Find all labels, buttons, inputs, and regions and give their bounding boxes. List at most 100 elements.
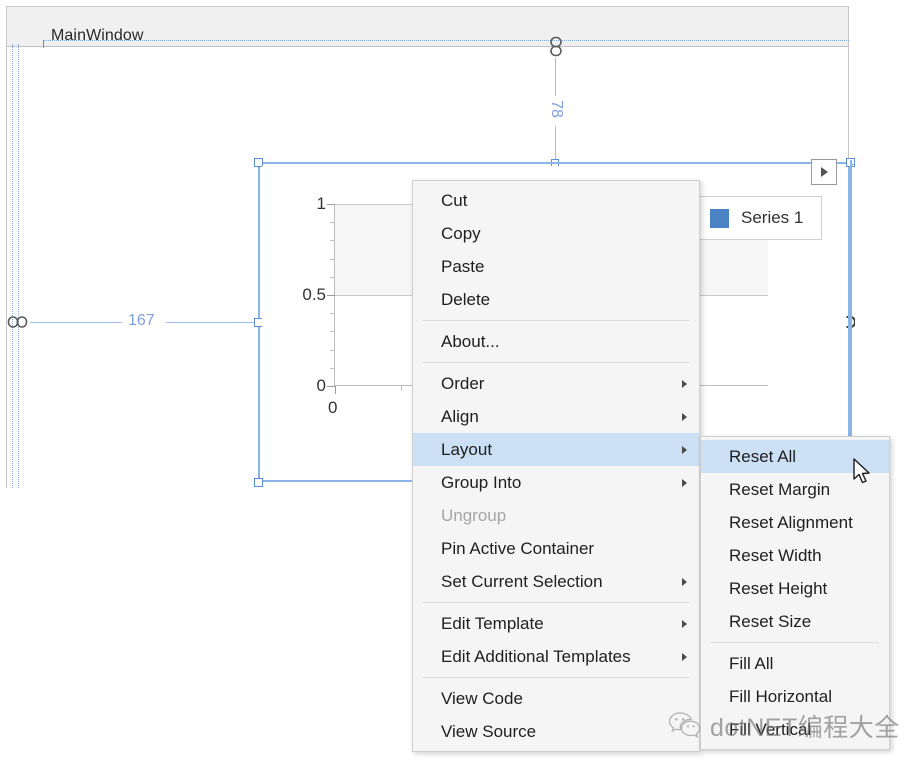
menu-item-label: Paste — [441, 256, 485, 276]
margin-label-left: 167 — [124, 312, 159, 330]
chevron-right-icon — [682, 652, 687, 661]
chart-legend[interactable]: Series 1 — [697, 196, 823, 240]
menu-item-label: Pin Active Container — [441, 538, 595, 558]
layout-expander-button[interactable] — [811, 159, 837, 185]
y-tick-minor-0-4 — [330, 313, 335, 314]
menu-item-label: Group Into — [441, 472, 522, 492]
menu-item-label: Reset Height — [729, 578, 828, 598]
menu-item-label: View Source — [441, 721, 537, 741]
menu-item-label: Layout — [441, 439, 493, 459]
menu-item-label: Reset Alignment — [729, 512, 853, 532]
mouse-cursor — [853, 458, 873, 488]
chevron-right-icon — [682, 577, 687, 586]
menu-item-label: Reset Margin — [729, 479, 831, 499]
y-tick-minor-0-8 — [330, 240, 335, 241]
menu-separator — [423, 602, 689, 603]
submenu-item-fill-all[interactable]: Fill All — [701, 647, 889, 680]
x-tick-major-0 — [335, 386, 336, 394]
menu-item-label: About... — [441, 331, 500, 351]
chevron-right-icon — [821, 167, 828, 177]
y-tick-major-0-5 — [327, 295, 335, 296]
chain-link-glyph — [550, 36, 562, 57]
menu-item-label: Cut — [441, 190, 468, 210]
y-tick-minor-0-6 — [330, 277, 335, 278]
menu-item-align[interactable]: Align — [413, 400, 699, 433]
menu-item-label: View Code — [441, 688, 523, 708]
margin-label-top: 78 — [547, 96, 565, 122]
margin-line-top-lower — [555, 126, 556, 162]
menu-item-view-source[interactable]: View Source — [413, 715, 699, 748]
chain-link-glyph-left — [7, 316, 28, 328]
menu-item-edit-template[interactable]: Edit Template — [413, 607, 699, 640]
menu-item-label: Ungroup — [441, 505, 507, 525]
menu-item-pin-active-container[interactable]: Pin Active Container — [413, 532, 699, 565]
menu-item-label: Fill Horizontal — [729, 686, 832, 706]
menu-item-label: Copy — [441, 223, 481, 243]
menu-item-label: Reset Size — [729, 611, 812, 631]
y-axis-label-0-5: 0.5 — [302, 285, 326, 304]
chain-link-icon-top[interactable] — [546, 36, 566, 63]
y-tick-minor-0-9 — [330, 222, 335, 223]
margin-line-top-upper — [555, 58, 556, 100]
menu-separator — [423, 677, 689, 678]
menu-item-set-current-selection[interactable]: Set Current Selection — [413, 565, 699, 598]
y-tick-minor-0-3 — [330, 331, 335, 332]
x-tick-minor-a — [401, 386, 402, 391]
menu-item-label: Reset Width — [729, 545, 822, 565]
submenu-item-reset-height[interactable]: Reset Height — [701, 572, 889, 605]
margin-line-left-inner — [30, 322, 122, 323]
menu-item-label: Fill All — [729, 653, 774, 673]
menu-item-label: Edit Template — [441, 613, 544, 633]
menu-item-group-into[interactable]: Group Into — [413, 466, 699, 499]
menu-item-label: Align — [441, 406, 479, 426]
chevron-right-icon — [682, 412, 687, 421]
menu-item-label: Reset All — [729, 446, 797, 466]
menu-item-delete[interactable]: Delete — [413, 283, 699, 316]
chevron-right-icon — [682, 619, 687, 628]
guide-solid-vertical-left — [43, 40, 44, 48]
chevron-right-icon — [682, 478, 687, 487]
chain-link-icon-left[interactable] — [7, 312, 29, 337]
chevron-right-icon — [682, 445, 687, 454]
legend-series-label: Series 1 — [741, 208, 804, 227]
submenu-item-reset-width[interactable]: Reset Width — [701, 539, 889, 572]
y-tick-minor-0-7 — [330, 259, 335, 260]
guide-dotted-vertical-rail-2 — [18, 44, 19, 488]
screenshot-root: MainWindow 78 167 1 0.5 0 0 Series 1 Cut… — [0, 0, 921, 775]
submenu-item-reset-alignment[interactable]: Reset Alignment — [701, 506, 889, 539]
window-title: MainWindow — [51, 27, 144, 44]
menu-item-about[interactable]: About... — [413, 325, 699, 358]
menu-item-ungroup: Ungroup — [413, 499, 699, 532]
menu-item-label: Set Current Selection — [441, 571, 603, 591]
menu-item-layout[interactable]: Layout — [413, 433, 699, 466]
menu-separator — [423, 362, 689, 363]
menu-item-view-code[interactable]: View Code — [413, 682, 699, 715]
y-tick-major-0 — [327, 386, 335, 387]
guide-dotted-horizontal — [43, 40, 849, 41]
menu-item-paste[interactable]: Paste — [413, 250, 699, 283]
margin-line-left-outer — [166, 322, 258, 323]
menu-item-label: Order — [441, 373, 485, 393]
menu-separator — [423, 320, 689, 321]
selection-handle-bottom-left[interactable] — [254, 478, 263, 487]
menu-item-cut[interactable]: Cut — [413, 184, 699, 217]
menu-item-order[interactable]: Order — [413, 367, 699, 400]
y-tick-minor-0-2 — [330, 350, 335, 351]
context-menu[interactable]: Cut Copy Paste Delete About... Order Align Layo… — [412, 180, 700, 752]
legend-color-swatch — [710, 208, 729, 228]
menu-item-label: Delete — [441, 289, 491, 309]
y-tick-minor-0-1 — [330, 368, 335, 369]
cursor-arrow-icon — [853, 458, 870, 484]
submenu-item-fill-vertical[interactable]: Fill Vertical — [701, 713, 889, 746]
menu-item-label: Fill Vertical — [729, 719, 812, 739]
menu-item-label: Edit Additional Templates — [441, 646, 631, 666]
submenu-item-reset-size[interactable]: Reset Size — [701, 605, 889, 638]
menu-separator — [711, 642, 879, 643]
chevron-right-icon — [682, 379, 687, 388]
y-tick-major-1 — [327, 204, 335, 205]
selection-edge-extension-right — [850, 164, 854, 165]
menu-item-edit-additional-templates[interactable]: Edit Additional Templates — [413, 640, 699, 673]
selection-edge-right — [850, 160, 852, 482]
menu-item-copy[interactable]: Copy — [413, 217, 699, 250]
submenu-item-fill-horizontal[interactable]: Fill Horizontal — [701, 680, 889, 713]
